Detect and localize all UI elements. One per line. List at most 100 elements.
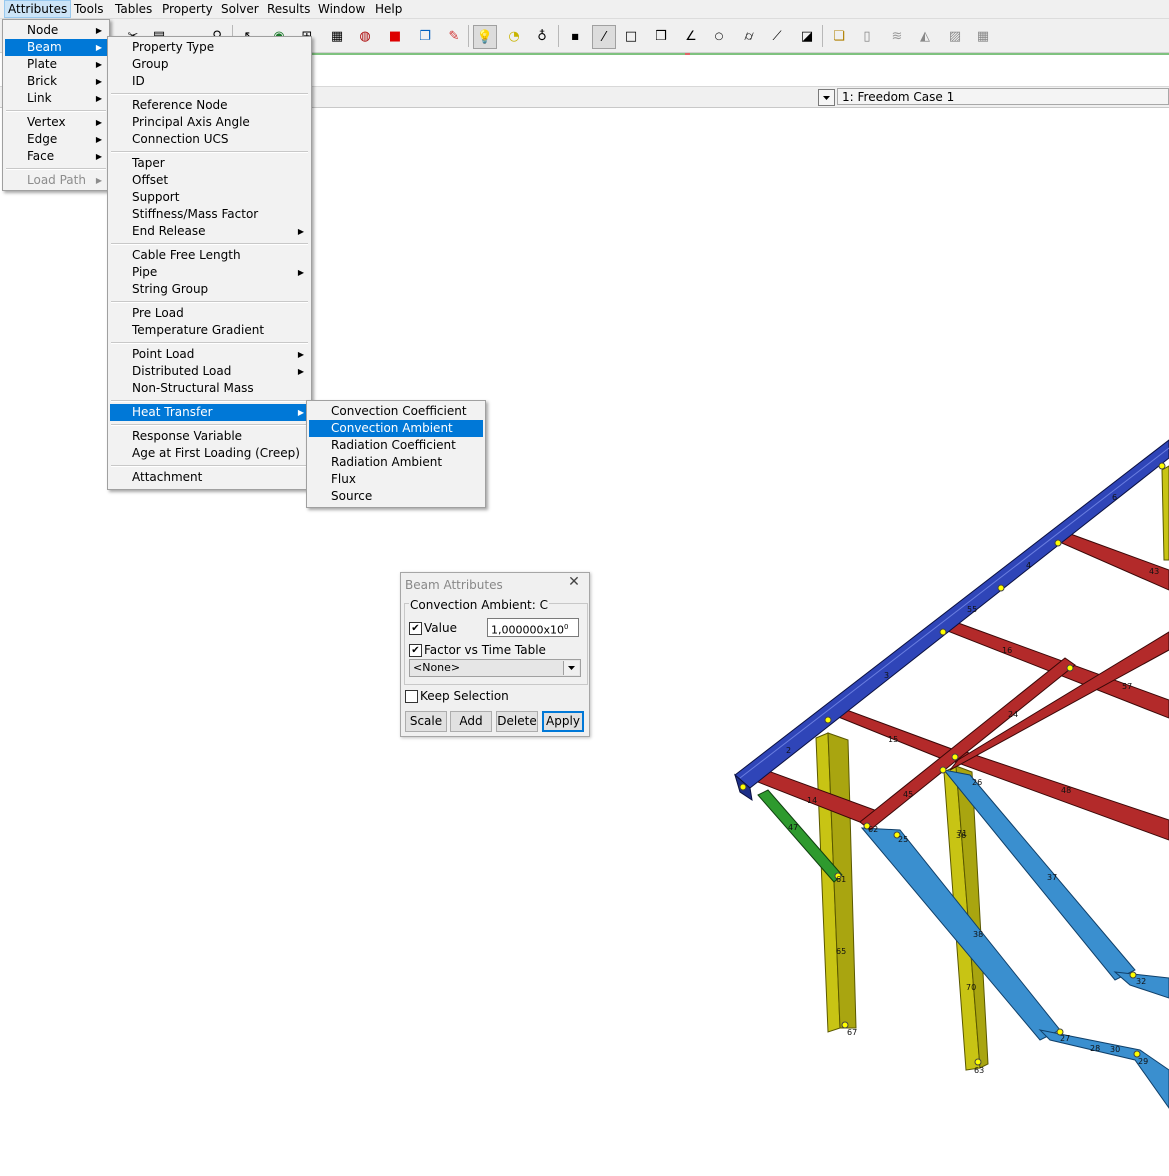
- menu-item-radiation-ambient[interactable]: Radiation Ambient: [309, 454, 483, 471]
- case-dropdown-button[interactable]: [818, 89, 835, 106]
- node: [939, 766, 947, 774]
- menu-item-age-at-first-loading[interactable]: Age at First Loading (Creep): [110, 445, 309, 462]
- value-checkbox[interactable]: ✔: [409, 622, 422, 635]
- keep-selection-checkbox[interactable]: [405, 690, 418, 703]
- node: [1054, 539, 1062, 547]
- ruler-icon[interactable]: ⟋: [766, 25, 788, 47]
- menu-item-end-release[interactable]: End Release ▶: [110, 223, 309, 240]
- flag-icon[interactable]: ■: [384, 25, 406, 47]
- value-input[interactable]: 1,000000x100: [487, 618, 579, 637]
- copy-icon[interactable]: ❏: [828, 25, 850, 47]
- menu-item-non-structural-mass[interactable]: Non-Structural Mass: [110, 380, 309, 397]
- bridge-icon[interactable]: ≋: [886, 25, 908, 47]
- phone-icon[interactable]: ▯: [856, 25, 878, 47]
- menu-item-link[interactable]: Link ▶: [5, 90, 107, 107]
- beam-label: 55: [967, 605, 977, 614]
- node: [739, 783, 747, 791]
- menu-item-face[interactable]: Face ▶: [5, 148, 107, 165]
- node-icon[interactable]: ■: [564, 25, 586, 47]
- chevron-down-icon[interactable]: [563, 661, 579, 675]
- factor-checkbox[interactable]: ✔: [409, 644, 422, 657]
- light-bulb-icon[interactable]: 💡: [473, 25, 497, 49]
- menu-solver[interactable]: Solver: [218, 1, 262, 17]
- beam-label: 45: [903, 790, 913, 799]
- circle-icon[interactable]: ○: [708, 25, 730, 47]
- menu-item-pipe[interactable]: Pipe ▶: [110, 264, 309, 281]
- menu-item-stiffness-mass-factor[interactable]: Stiffness/Mass Factor: [110, 206, 309, 223]
- scale-button[interactable]: Scale: [405, 711, 447, 732]
- menu-item-offset[interactable]: Offset: [110, 172, 309, 189]
- menu-item-plate[interactable]: Plate ▶: [5, 56, 107, 73]
- menu-item-id[interactable]: ID: [110, 73, 309, 90]
- menu-item-heat-transfer[interactable]: Heat Transfer ▶: [110, 404, 309, 421]
- line-icon[interactable]: ⁄: [592, 25, 616, 49]
- node: [974, 1058, 982, 1066]
- apply-button[interactable]: Apply: [542, 711, 584, 732]
- menu-item-attachment[interactable]: Attachment: [110, 469, 309, 486]
- menu-help[interactable]: Help: [372, 1, 405, 17]
- menu-item-response-variable[interactable]: Response Variable: [110, 428, 309, 445]
- grid-2-icon[interactable]: ▦: [326, 25, 348, 47]
- menu-item-vertex[interactable]: Vertex ▶: [5, 114, 107, 131]
- freedom-case-select[interactable]: 1: Freedom Case 1: [837, 88, 1169, 105]
- factor-label: Factor vs Time Table: [424, 643, 546, 657]
- beam-label: 14: [807, 796, 817, 805]
- menu-item-convection-coefficient[interactable]: Convection Coefficient: [309, 403, 483, 420]
- menu-item-group[interactable]: Group: [110, 56, 309, 73]
- menu-item-distributed-load[interactable]: Distributed Load ▶: [110, 363, 309, 380]
- beam-label: 38: [973, 930, 983, 939]
- menu-item-temperature-gradient[interactable]: Temperature Gradient: [110, 322, 309, 339]
- layers-icon[interactable]: ❐: [414, 25, 436, 47]
- beam-label: 57: [1122, 682, 1132, 691]
- menu-item-edge[interactable]: Edge ▶: [5, 131, 107, 148]
- menu-results[interactable]: Results: [264, 1, 313, 17]
- menu-item-string-group[interactable]: String Group: [110, 281, 309, 298]
- image-icon[interactable]: ▨: [944, 25, 966, 47]
- menu-tools[interactable]: Tools: [71, 1, 107, 17]
- delete-button[interactable]: Delete: [496, 711, 538, 732]
- angle-icon[interactable]: ∠: [680, 25, 702, 47]
- node-label: 61: [836, 875, 846, 884]
- menu-item-reference-node[interactable]: Reference Node: [110, 97, 309, 114]
- menu-item-connection-ucs[interactable]: Connection UCS: [110, 131, 309, 148]
- cylinder-icon[interactable]: ⌭: [738, 25, 760, 47]
- brick-icon[interactable]: ❒: [650, 25, 672, 47]
- node-label: 25: [898, 835, 908, 844]
- menu-attributes[interactable]: Attributes: [4, 0, 72, 18]
- menu-item-flux[interactable]: Flux: [309, 471, 483, 488]
- menu-item-convection-ambient[interactable]: Convection Ambient: [309, 420, 483, 437]
- render-icon[interactable]: ◍: [354, 25, 376, 47]
- menu-property[interactable]: Property: [159, 1, 216, 17]
- menu-item-property-type[interactable]: Property Type: [110, 39, 309, 56]
- beam-label: 37: [1047, 873, 1057, 882]
- menu-item-point-load[interactable]: Point Load ▶: [110, 346, 309, 363]
- menu-item-principal-axis-angle[interactable]: Principal Axis Angle: [110, 114, 309, 131]
- menu-item-radiation-coefficient[interactable]: Radiation Coefficient: [309, 437, 483, 454]
- eraser-icon[interactable]: ✎: [443, 25, 465, 47]
- node: [939, 628, 947, 636]
- menu-item-cable-free-length[interactable]: Cable Free Length: [110, 247, 309, 264]
- pyramid-icon[interactable]: ◭: [914, 25, 936, 47]
- cross-beam: [1054, 531, 1169, 591]
- menu-tables[interactable]: Tables: [112, 1, 155, 17]
- menu-item-load-path: Load Path ▶: [27, 173, 102, 187]
- node-label: 26: [972, 778, 982, 787]
- menu-item-source[interactable]: Source: [309, 488, 483, 505]
- beam-label: 30: [1110, 1045, 1120, 1054]
- fill-icon[interactable]: ◪: [796, 25, 818, 47]
- close-icon[interactable]: ✕: [567, 575, 581, 589]
- light-bulb-2-icon[interactable]: ◔: [503, 25, 525, 47]
- menu-item-node[interactable]: Node ▶: [5, 22, 107, 39]
- menu-window[interactable]: Window: [315, 1, 368, 17]
- menu-item-support[interactable]: Support: [110, 189, 309, 206]
- spreadsheet-icon[interactable]: ▦: [972, 25, 994, 47]
- menu-item-taper[interactable]: Taper: [110, 155, 309, 172]
- add-button[interactable]: Add: [450, 711, 492, 732]
- menu-item-beam[interactable]: Beam ▶: [5, 39, 107, 56]
- menu-item-pre-load[interactable]: Pre Load: [110, 305, 309, 322]
- node: [1066, 664, 1074, 672]
- light-bulb-3-icon[interactable]: ♁: [531, 25, 553, 47]
- menu-item-brick[interactable]: Brick ▶: [5, 73, 107, 90]
- table-select[interactable]: <None>: [409, 659, 581, 677]
- plate-icon[interactable]: □: [620, 25, 642, 47]
